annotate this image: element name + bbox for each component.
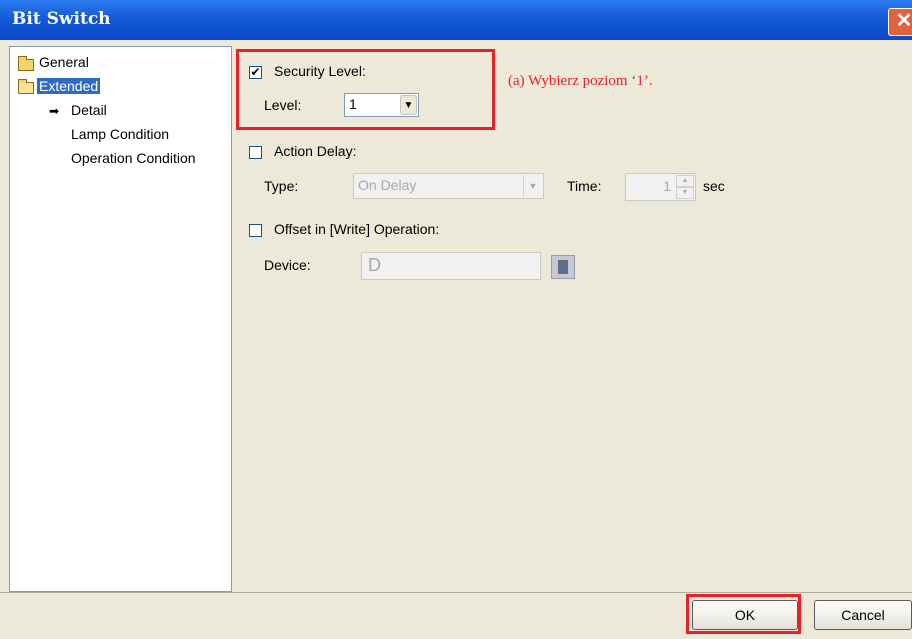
offset-write-label: Offset in [Write] Operation: [274,221,440,237]
time-label: Time: [567,178,602,194]
title-bar: Bit Switch ✕ [0,0,912,40]
close-button[interactable]: ✕ [888,8,912,36]
action-delay-checkbox[interactable] [249,146,262,159]
cancel-button[interactable]: Cancel [814,600,912,630]
ok-highlight [686,594,801,634]
bit-switch-dialog: Bit Switch ✕ General Extended ➡ Detail L… [0,0,912,639]
type-label: Type: [264,178,299,194]
folder-icon [18,56,34,71]
action-delay-label: Action Delay: [274,143,357,159]
tree-item-operation-condition[interactable]: Operation Condition [71,150,196,166]
tree-item-lamp-condition[interactable]: Lamp Condition [71,126,169,142]
time-stepper[interactable]: 1 ▲ ▼ [625,173,696,201]
offset-write-checkbox[interactable] [249,224,262,237]
chevron-down-icon[interactable]: ▼ [523,175,542,197]
device-label: Device: [264,257,311,273]
open-folder-icon [18,79,34,94]
device-field[interactable]: D [361,252,541,280]
time-value: 1 [663,178,671,194]
tree-item-detail[interactable]: Detail [71,102,107,118]
arrow-up-icon[interactable]: ▲ [676,175,694,187]
tree-item-extended[interactable]: Extended [37,78,101,94]
arrow-right-icon: ➡ [49,104,60,118]
close-icon: ✕ [895,10,912,32]
type-value: On Delay [358,177,417,193]
settings-tree: General Extended ➡ Detail Lamp Condition… [9,46,232,592]
type-select[interactable]: On Delay ▼ [353,173,544,199]
security-level-highlight [236,49,495,130]
instruction-annotation: (a) Wybierz poziom ‘1’. [508,73,653,89]
tree-item-general[interactable]: General [39,54,89,70]
device-value: D [368,255,381,275]
window-title: Bit Switch [12,9,111,29]
calculator-icon[interactable] [551,255,575,279]
time-unit: sec [703,178,725,194]
arrow-down-icon[interactable]: ▼ [676,187,694,199]
